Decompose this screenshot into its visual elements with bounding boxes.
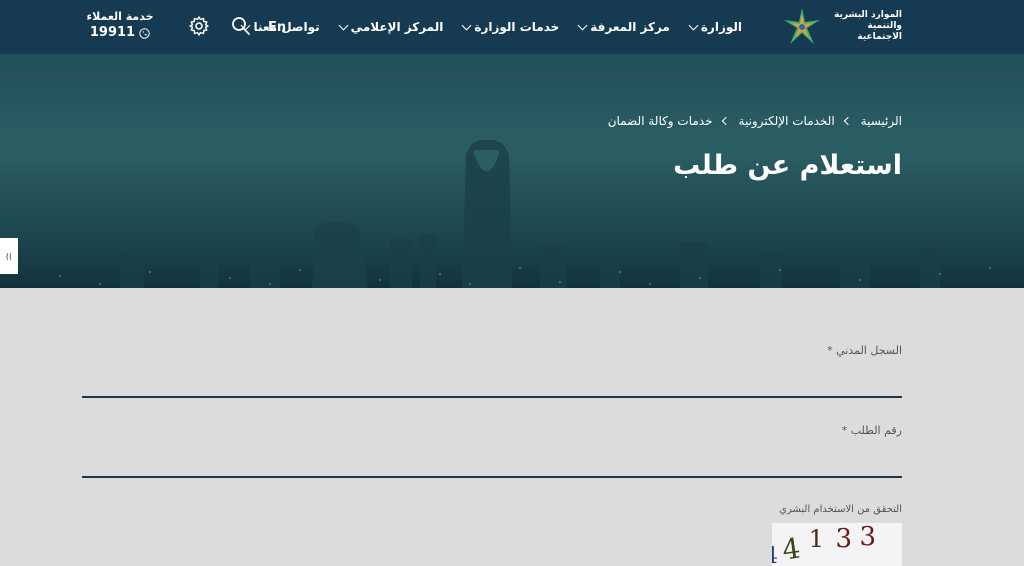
accessibility-side-tab[interactable]: )) xyxy=(0,238,18,274)
chevron-down-icon xyxy=(577,20,588,30)
captcha-image: 4 4 1 3 3 xyxy=(764,522,902,566)
hero-banner: الرئيسية الخدمات الإلكترونية خدمات وكالة… xyxy=(0,54,1024,288)
chevron-left-icon xyxy=(843,116,852,126)
logo-star-icon xyxy=(782,6,822,46)
logo-text-line-2: والتنمية الاجتماعية xyxy=(857,20,902,42)
breadcrumb-current: خدمات وكالة الضمان xyxy=(607,114,713,128)
gear-icon[interactable] xyxy=(188,15,210,37)
request-number-input[interactable] xyxy=(82,448,902,478)
nav-label: مركز المعرفة xyxy=(590,20,670,34)
captcha-label: التحقق من الاستخدام البشري xyxy=(779,504,902,515)
customer-service-number-text: 19911 xyxy=(89,25,136,40)
logo-text-line-1: الموارد البشرية xyxy=(834,9,902,20)
logo-text: الموارد البشرية والتنمية الاجتماعية xyxy=(828,10,902,43)
nav-item-media-center[interactable]: المركز الإعلامي xyxy=(338,20,444,34)
nav-item-ministry[interactable]: الوزارة xyxy=(688,20,742,34)
chevron-down-icon xyxy=(688,20,699,30)
ministry-logo[interactable]: الموارد البشرية والتنمية الاجتماعية xyxy=(782,6,902,46)
nav-item-knowledge-center[interactable]: مركز المعرفة xyxy=(577,20,670,34)
captcha-digit: 4 xyxy=(772,544,778,566)
customer-service-number: 19911 xyxy=(80,24,160,42)
captcha-digit: 4 xyxy=(780,532,802,566)
civil-id-field: السجل المدني * xyxy=(82,344,902,398)
chevron-down-icon xyxy=(461,20,472,30)
captcha-digit: 3 xyxy=(859,523,876,552)
top-nav-bar: الموارد البشرية والتنمية الاجتماعية الوز… xyxy=(0,0,1024,54)
request-inquiry-form: السجل المدني * رقم الطلب * التحقق من الا… xyxy=(0,288,1024,566)
civil-id-input[interactable] xyxy=(82,368,902,398)
nav-label: الوزارة xyxy=(700,20,742,34)
customer-service[interactable]: خدمة العملاء 19911 xyxy=(80,10,160,42)
nav-label: تواصل معنا xyxy=(253,20,320,34)
nav-label: المركز الإعلامي xyxy=(350,20,444,34)
language-toggle[interactable]: En xyxy=(268,0,286,54)
breadcrumb-home[interactable]: الرئيسية xyxy=(861,114,902,128)
civil-id-label: السجل المدني * xyxy=(827,344,902,357)
captcha-digit: 1 xyxy=(809,525,824,553)
chevron-left-icon xyxy=(721,116,730,126)
page-title: استعلام عن طلب xyxy=(673,150,902,181)
request-number-field: رقم الطلب * xyxy=(82,424,902,478)
nav-label: خدمات الوزارة xyxy=(474,20,560,34)
main-nav: الوزارة مركز المعرفة خدمات الوزارة المرك… xyxy=(240,0,742,54)
search-icon[interactable] xyxy=(230,15,252,37)
breadcrumb-e-services[interactable]: الخدمات الإلكترونية xyxy=(739,114,835,128)
request-number-label: رقم الطلب * xyxy=(841,424,902,437)
captcha-digit: 3 xyxy=(835,524,852,554)
customer-service-label: خدمة العملاء xyxy=(86,10,154,23)
phone-icon xyxy=(139,27,150,39)
nav-item-ministry-services[interactable]: خدمات الوزارة xyxy=(461,20,560,34)
chevron-down-icon xyxy=(338,20,349,30)
breadcrumb: الرئيسية الخدمات الإلكترونية خدمات وكالة… xyxy=(608,114,902,128)
